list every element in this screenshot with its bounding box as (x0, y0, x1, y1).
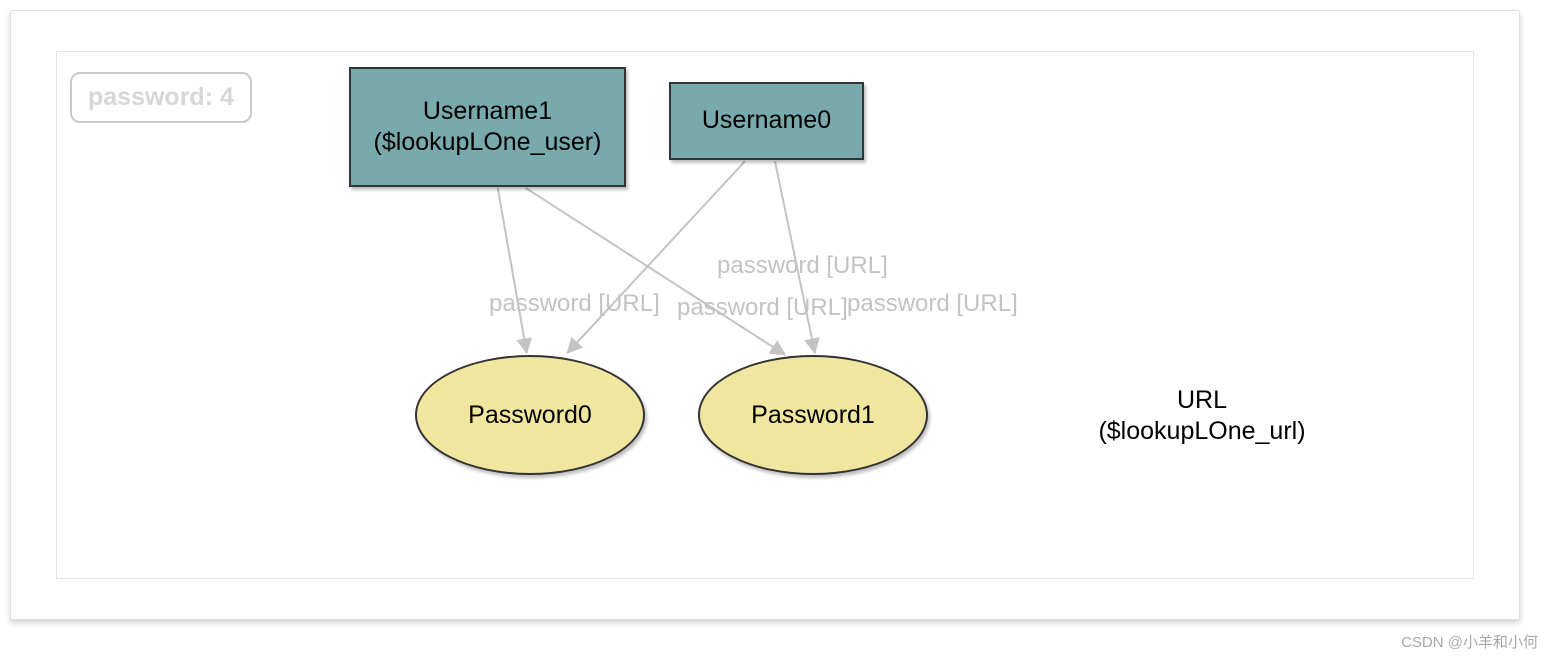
edge-label-u1-p1: password [URL] (677, 294, 848, 322)
node-password0-label: Password0 (468, 401, 592, 430)
node-username0-label: Username0 (702, 105, 831, 136)
node-username0[interactable]: Username0 (669, 82, 864, 160)
edge-label-u0-p0: password [URL] (847, 290, 1018, 318)
node-username1[interactable]: Username1 ($lookupLOne_user) (349, 67, 626, 187)
diagram-frame: password: 4 password [URL] password [URL… (10, 10, 1520, 620)
legend-box: password: 4 (70, 72, 252, 123)
edge-label-u1-p0: password [URL] (489, 290, 660, 318)
edge-label-u0-p1-upper: password [URL] (717, 252, 888, 280)
node-url-line1: URL (1177, 385, 1227, 416)
node-url[interactable]: URL ($lookupLOne_url) (1042, 355, 1362, 477)
node-password1[interactable]: Password1 (698, 355, 928, 475)
watermark-text: CSDN @小羊和小何 (1401, 631, 1538, 652)
node-url-line2: ($lookupLOne_url) (1098, 416, 1305, 447)
diagram-canvas: password: 4 password [URL] password [URL… (56, 51, 1474, 579)
node-password0[interactable]: Password0 (415, 355, 645, 475)
node-username1-line2: ($lookupLOne_user) (374, 127, 602, 158)
node-username1-line1: Username1 (423, 96, 552, 127)
legend-text: password: 4 (88, 83, 234, 111)
node-password1-label: Password1 (751, 401, 875, 430)
